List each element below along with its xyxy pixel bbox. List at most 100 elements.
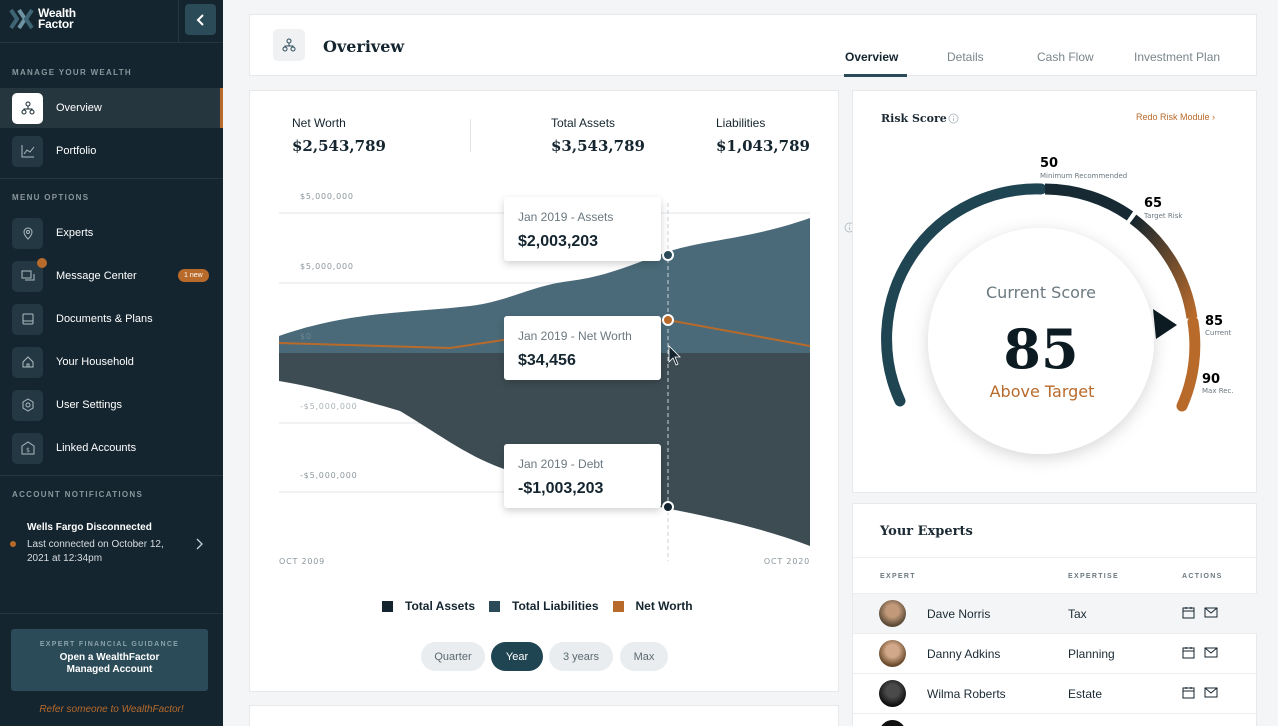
net-worth-tooltip: Jan 2019 - Net Worth $34,456 (504, 316, 661, 380)
brand-line2: Factor (38, 17, 74, 31)
experts-divider (853, 557, 1258, 558)
sidebar-item-label: Experts (56, 227, 94, 239)
overview-page-icon (273, 29, 305, 61)
sidebar-item-message-center[interactable]: Message Center 1 new (0, 256, 223, 296)
overview-icon (12, 92, 43, 124)
mail-icon[interactable] (1204, 646, 1218, 659)
table-row[interactable]: Danny Adkins Planning (853, 633, 1258, 673)
sidebar-item-label: Portfolio (56, 145, 97, 157)
calendar-icon[interactable] (1182, 606, 1195, 619)
sidebar-item-label: Your Household (56, 356, 134, 368)
sidebar-item-household[interactable]: Your Household (0, 342, 223, 382)
range-max-button[interactable]: Max (620, 642, 668, 671)
chevron-left-icon (196, 13, 204, 26)
sidebar-divider (0, 178, 223, 179)
range-quarter-button[interactable]: Quarter (421, 642, 485, 671)
sidebar-item-portfolio[interactable]: Portfolio (0, 131, 223, 171)
current-score-label: Current Score (986, 283, 1096, 302)
calendar-icon[interactable] (1182, 686, 1195, 699)
page-header: Overivew Overview Details Cash Flow Inve… (249, 14, 1257, 77)
marker-label: Target Risk (1143, 212, 1183, 220)
legend-swatch (382, 600, 393, 612)
gauge-mid-segment (1044, 183, 1134, 221)
marker-label: Minimum Recommended (1040, 172, 1127, 180)
tab-details[interactable]: Details (947, 50, 984, 64)
tab-cash-flow[interactable]: Cash Flow (1037, 50, 1094, 64)
manage-section-header: MANAGE YOUR WEALTH (12, 68, 132, 77)
brand-logo[interactable]: Wealth Factor (9, 7, 76, 31)
legend-swatch (612, 600, 624, 612)
tab-investment-plan[interactable]: Investment Plan (1134, 50, 1220, 64)
legend-item-total-assets[interactable]: Total Assets (382, 599, 475, 613)
chart-legend: Total Assets Total Liabilities Net Worth (382, 599, 707, 613)
calendar-icon[interactable] (1182, 646, 1195, 659)
expert-name: Wilma Roberts (927, 687, 1006, 701)
y-tick-label: $5,000,000 (300, 192, 354, 201)
marker-value: 50 (1040, 156, 1058, 171)
legend-item-total-liabilities[interactable]: Total Liabilities (489, 599, 599, 613)
sidebar-item-label: Overview (56, 102, 102, 114)
sidebar-item-linked-accounts[interactable]: $ Linked Accounts (0, 428, 223, 468)
sidebar-item-label: Message Center (56, 270, 137, 282)
table-row[interactable]: Wilma Roberts Estate (853, 673, 1258, 713)
score-status: Above Target (990, 382, 1095, 401)
legend-item-net-worth[interactable]: Net Worth (612, 599, 693, 613)
cta-line2: Managed Account (66, 664, 153, 675)
sidebar-item-label: Linked Accounts (56, 442, 137, 454)
legend-label: Total Assets (405, 599, 476, 613)
current-score-value: 85 (1003, 317, 1078, 381)
y-tick-label: $0 (300, 332, 312, 341)
score-pointer-icon (1153, 309, 1177, 339)
sidebar-item-user-settings[interactable]: User Settings (0, 385, 223, 425)
expert-name: Danny Adkins (927, 647, 1001, 661)
menu-section-header: MENU OPTIONS (12, 193, 90, 202)
marker-label: Current (1205, 329, 1232, 337)
new-message-badge: 1 new (178, 269, 209, 282)
cta-line1: Open a WealthFactor (59, 652, 160, 663)
experts-panel: Your Experts EXPERT EXPERTISE ACTIONS Da… (852, 503, 1258, 726)
unread-dot (37, 257, 47, 268)
refer-link[interactable]: Refer someone to WealthFactor! (0, 704, 223, 715)
notification-body: Last connected on October 12, 2021 at 12… (27, 539, 164, 564)
expert-name: Dave Norris (927, 607, 991, 621)
portfolio-icon (12, 135, 43, 167)
assets-tooltip: Jan 2019 - Assets $2,003,203 (504, 197, 661, 261)
tooltip-label: Jan 2019 - Assets (518, 210, 614, 224)
lower-panel (249, 705, 839, 726)
avatar (879, 640, 906, 667)
marker-value: 90 (1202, 372, 1220, 387)
sidebar-item-overview[interactable]: Overview (0, 88, 223, 128)
tooltip-value: $2,003,203 (518, 233, 599, 250)
experts-icon (12, 217, 43, 249)
x-start-label: OCT 2009 (279, 557, 325, 566)
documents-icon (12, 303, 43, 335)
tooltip-value: $34,456 (518, 352, 576, 369)
column-header-expertise: EXPERTISE (1068, 573, 1119, 580)
tooltip-label: Jan 2019 - Net Worth (518, 329, 632, 343)
legend-label: Net Worth (635, 599, 693, 613)
marker-value: 85 (1205, 314, 1223, 329)
x-end-label: OCT 2020 (764, 557, 810, 566)
settings-icon (12, 389, 43, 421)
legend-swatch (489, 600, 501, 612)
collapse-sidebar-button[interactable] (185, 4, 216, 35)
column-header-actions: ACTIONS (1182, 573, 1223, 580)
y-tick-label: $5,000,000 (300, 262, 354, 271)
mail-icon[interactable] (1204, 606, 1218, 619)
debt-tooltip: Jan 2019 - Debt -$1,003,203 (504, 444, 661, 508)
table-row[interactable] (853, 713, 1258, 726)
mail-icon[interactable] (1204, 686, 1218, 699)
cta-kicker: EXPERT FINANCIAL GUIDANCE (39, 641, 180, 648)
range-year-button[interactable]: Year (491, 642, 543, 671)
sidebar-divider (0, 42, 223, 43)
debt-point (662, 501, 674, 513)
sidebar-item-experts[interactable]: Experts (0, 213, 223, 253)
tab-overview[interactable]: Overview (845, 50, 898, 64)
sidebar-divider (0, 613, 223, 614)
gauge-high-segment (1176, 316, 1201, 412)
table-row[interactable]: Dave Norris Tax (853, 593, 1258, 633)
sidebar-item-documents[interactable]: Documents & Plans (0, 299, 223, 339)
range-3-years-button[interactable]: 3 years (549, 642, 613, 671)
managed-account-cta[interactable]: EXPERT FINANCIAL GUIDANCE Open a WealthF… (11, 629, 208, 691)
sidebar-item-label: Documents & Plans (56, 313, 153, 325)
